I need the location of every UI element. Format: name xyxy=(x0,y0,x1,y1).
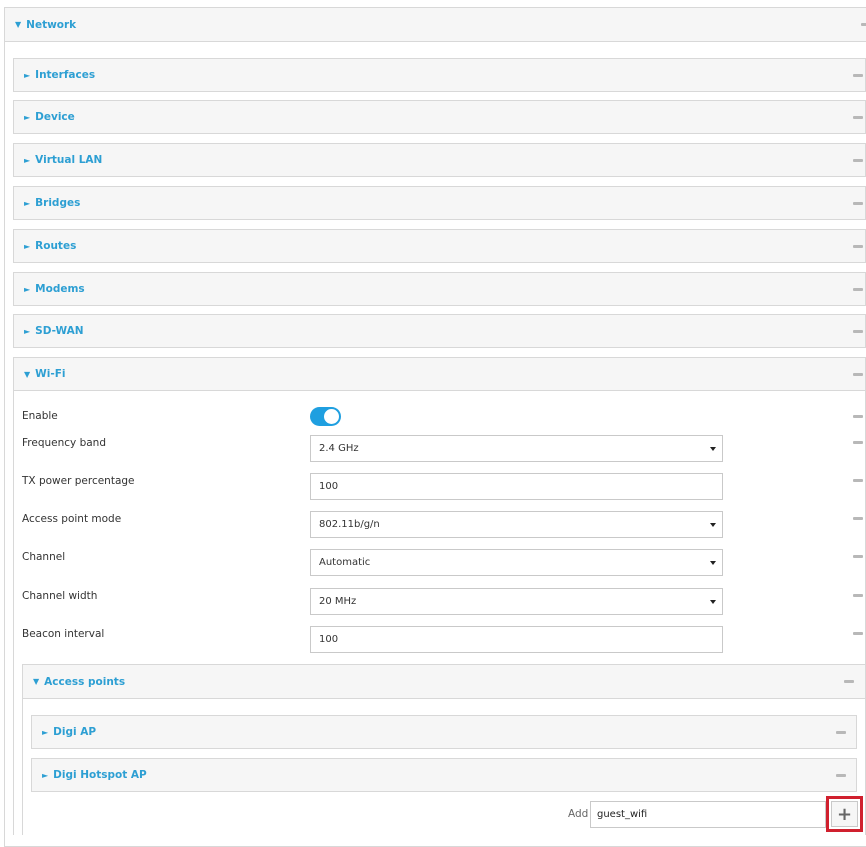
tx-power-label: TX power percentage xyxy=(22,475,135,487)
plus-icon: + xyxy=(836,803,853,825)
tx-power-input[interactable]: 100 xyxy=(310,473,723,500)
add-access-point-value: guest_wifi xyxy=(597,809,648,820)
section-wifi[interactable]: ▼ Wi-Fi xyxy=(13,357,866,391)
section-label: Virtual LAN xyxy=(35,154,103,166)
channel-width-select[interactable]: 20 MHz xyxy=(310,588,723,615)
access-point-mode-dash-icon[interactable] xyxy=(853,517,863,520)
channel-label: Channel xyxy=(22,551,66,563)
bridges-dash-icon[interactable] xyxy=(853,202,863,205)
access-point-mode-value: 802.11b/g/n xyxy=(319,519,380,530)
enable-toggle[interactable] xyxy=(310,407,341,426)
network-header[interactable]: ▼ Network xyxy=(4,7,866,42)
enable-label: Enable xyxy=(22,410,58,422)
section-device[interactable]: ► Device xyxy=(13,100,866,134)
tx-power-dash-icon[interactable] xyxy=(853,479,863,482)
section-label: Routes xyxy=(35,240,77,252)
device-dash-icon[interactable] xyxy=(853,116,863,119)
beacon-interval-value: 100 xyxy=(319,634,339,645)
section-label: Modems xyxy=(35,283,85,295)
access-points-title: Access points xyxy=(44,675,126,688)
channel-dash-icon[interactable] xyxy=(853,555,863,558)
channel-width-dash-icon[interactable] xyxy=(853,594,863,597)
collapsed-arrow-icon: ► xyxy=(42,770,49,780)
collapsed-arrow-icon: ► xyxy=(24,70,31,80)
caret-down-icon xyxy=(710,523,716,527)
beacon-interval-dash-icon[interactable] xyxy=(853,632,863,635)
expanded-arrow-icon: ▼ xyxy=(24,369,31,379)
expanded-arrow-icon: ▼ xyxy=(33,677,40,686)
beacon-interval-label: Beacon interval xyxy=(22,628,105,640)
wifi-title: Wi-Fi xyxy=(35,368,66,380)
channel-value: Automatic xyxy=(319,557,371,568)
modems-dash-icon[interactable] xyxy=(853,288,863,291)
channel-width-label: Channel width xyxy=(22,590,98,602)
channel-width-value: 20 MHz xyxy=(319,596,357,607)
access-point-mode-select[interactable]: 802.11b/g/n xyxy=(310,511,723,538)
frequency-band-label: Frequency band xyxy=(22,437,106,449)
frequency-band-value: 2.4 GHz xyxy=(319,443,359,454)
collapsed-arrow-icon: ► xyxy=(24,155,31,165)
caret-down-icon xyxy=(710,561,716,565)
access-point-digi-hotspot-ap[interactable]: ► Digi Hotspot AP xyxy=(31,758,857,792)
beacon-interval-input[interactable]: 100 xyxy=(310,626,723,653)
collapsed-arrow-icon: ► xyxy=(24,326,31,336)
access-point-label: Digi Hotspot AP xyxy=(53,769,147,781)
section-label: Interfaces xyxy=(35,69,96,81)
expanded-arrow-icon: ▼ xyxy=(15,20,22,29)
access-point-digi-ap[interactable]: ► Digi AP xyxy=(31,715,857,749)
enable-dash-icon[interactable] xyxy=(853,415,863,418)
tx-power-value: 100 xyxy=(319,481,339,492)
collapsed-arrow-icon: ► xyxy=(24,284,31,294)
digi-ap-dash-icon[interactable] xyxy=(836,731,846,734)
caret-down-icon xyxy=(710,600,716,604)
collapsed-arrow-icon: ► xyxy=(24,112,31,122)
section-access-points[interactable]: ▼ Access points xyxy=(22,664,866,699)
channel-select[interactable]: Automatic xyxy=(310,549,723,576)
section-routes[interactable]: ► Routes xyxy=(13,229,866,263)
frequency-band-dash-icon[interactable] xyxy=(853,441,863,444)
collapsed-arrow-icon: ► xyxy=(42,727,49,737)
add-button-highlight: + xyxy=(826,796,863,832)
digi-hotspot-ap-dash-icon[interactable] xyxy=(836,774,846,777)
interfaces-dash-icon[interactable] xyxy=(853,74,863,77)
section-modems[interactable]: ► Modems xyxy=(13,272,866,306)
section-label: Device xyxy=(35,111,75,123)
caret-down-icon xyxy=(710,447,716,451)
section-label: Bridges xyxy=(35,197,81,209)
network-collapse-icon[interactable] xyxy=(861,23,866,26)
virtual-lan-dash-icon[interactable] xyxy=(853,159,863,162)
wifi-collapse-icon[interactable] xyxy=(853,373,863,376)
toggle-knob xyxy=(324,409,339,424)
frequency-band-select[interactable]: 2.4 GHz xyxy=(310,435,723,462)
collapsed-arrow-icon: ► xyxy=(24,241,31,251)
section-virtual-lan[interactable]: ► Virtual LAN xyxy=(13,143,866,177)
collapsed-arrow-icon: ► xyxy=(24,198,31,208)
sd-wan-dash-icon[interactable] xyxy=(853,330,863,333)
section-label: SD-WAN xyxy=(35,325,84,337)
network-title: Network xyxy=(26,18,77,31)
routes-dash-icon[interactable] xyxy=(853,245,863,248)
add-access-point-button[interactable]: + xyxy=(831,801,858,827)
access-point-mode-label: Access point mode xyxy=(22,513,122,525)
access-point-label: Digi AP xyxy=(53,726,97,738)
section-sd-wan[interactable]: ► SD-WAN xyxy=(13,314,866,348)
access-points-collapse-icon[interactable] xyxy=(844,680,854,683)
add-access-point-input[interactable]: guest_wifi xyxy=(590,801,826,828)
section-bridges[interactable]: ► Bridges xyxy=(13,186,866,220)
section-interfaces[interactable]: ► Interfaces xyxy=(13,58,866,92)
add-label: Add xyxy=(568,808,589,820)
